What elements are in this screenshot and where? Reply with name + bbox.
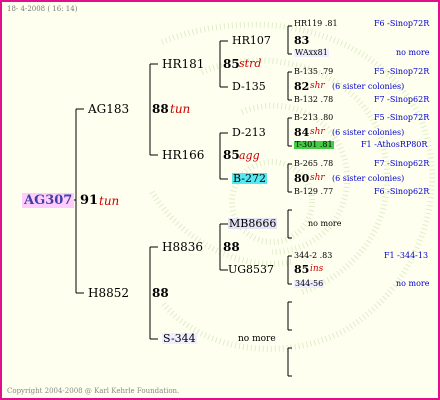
gen3-b272-name[interactable]: B-272 bbox=[232, 173, 267, 184]
gen4-name[interactable]: HR119 .81 bbox=[294, 20, 338, 28]
gen3-d135-note: shr bbox=[310, 81, 325, 91]
gen3-mb8666-name[interactable]: MB8666 bbox=[228, 218, 278, 229]
gen4-info: F6 -Sinop72R bbox=[374, 19, 430, 28]
gen1-upper-note: tun bbox=[170, 102, 191, 116]
gen3-d213-note: shr bbox=[310, 127, 325, 137]
gen4-info: F7 -Sinop62R bbox=[374, 159, 430, 168]
gen3-ug8537-number: 85 bbox=[294, 263, 310, 276]
pedigree-frame: 18- 4-2008 ( 16: 14) Copyright 2004-2008… bbox=[0, 0, 440, 400]
gen4-name[interactable]: B-213 .80 bbox=[294, 114, 333, 122]
gen3-ug8537-note: ins bbox=[310, 264, 324, 274]
gen3-d135-name[interactable]: D-135 bbox=[232, 81, 266, 92]
gen4-name[interactable]: B-132 .78 bbox=[294, 96, 333, 104]
root-name[interactable]: AG307 bbox=[22, 193, 75, 208]
gen4-info: F1 -344-13 bbox=[384, 251, 429, 260]
gen1-lower-name[interactable]: H8852 bbox=[88, 287, 129, 299]
gen3-d213-number: 84 bbox=[294, 126, 310, 139]
gen4-info: F6 -Sinop62R bbox=[374, 187, 430, 196]
gen3-b272-number: 80 bbox=[294, 172, 310, 185]
gen3-d213-name[interactable]: D-213 bbox=[232, 127, 266, 138]
root-number: 91 bbox=[80, 193, 99, 208]
gen3-b272-extra: (6 sister colonies) bbox=[332, 174, 405, 183]
gen4-info: F7 -Sinop62R bbox=[374, 95, 430, 104]
gen1-upper-name[interactable]: AG183 bbox=[88, 103, 129, 115]
gen4-name[interactable]: B-265 .78 bbox=[294, 160, 333, 168]
gen4-info: F1 -AthosRP80R bbox=[361, 140, 428, 149]
gen4-name[interactable]: B-129 .77 bbox=[294, 188, 333, 196]
gen4-name[interactable]: WAxx81 bbox=[294, 49, 329, 57]
gen3-b272-note: shr bbox=[310, 173, 325, 183]
gen2-s344-note: no more bbox=[238, 334, 276, 344]
gen3-hr107-number: 83 bbox=[294, 34, 310, 47]
gen4-info: F5 -Sinop72R bbox=[374, 67, 430, 76]
gen4-info: F5 -Sinop72R bbox=[374, 113, 430, 122]
gen4-name[interactable]: 344-2 .83 bbox=[294, 252, 332, 260]
root-note: tun bbox=[99, 194, 120, 208]
gen3-ug8537-name[interactable]: UG8537 bbox=[228, 264, 274, 275]
footer-copyright: Copyright 2004-2008 @ Karl Kehrle Founda… bbox=[7, 387, 180, 395]
gen4-name[interactable]: T-301 .81 bbox=[294, 141, 334, 149]
gen4-info: no more bbox=[396, 48, 430, 57]
gen2-hr166-name[interactable]: HR166 bbox=[162, 149, 204, 161]
gen2-hr166-note: agg bbox=[239, 149, 260, 162]
header-date: 18- 4-2008 ( 16: 14) bbox=[7, 5, 78, 13]
gen2-s344-name[interactable]: S-344 bbox=[162, 333, 197, 344]
gen4-name[interactable]: B-135 .79 bbox=[294, 68, 333, 76]
gen3-d135-number: 82 bbox=[294, 80, 310, 93]
gen4-name[interactable]: 344-56 bbox=[294, 280, 325, 288]
gen2-h8836-name[interactable]: H8836 bbox=[162, 241, 203, 253]
gen2-hr181-note: strd bbox=[239, 57, 262, 70]
gen4-info: no more bbox=[396, 279, 430, 288]
gen2-h8836-number: 88 bbox=[223, 240, 240, 254]
gen1-upper-number: 88 bbox=[152, 102, 169, 116]
gen3-d213-extra: (6 sister colonies) bbox=[332, 128, 405, 137]
gen3-d135-extra: (6 sister colonies) bbox=[332, 82, 405, 91]
gen3-mb8666-note: no more bbox=[308, 219, 342, 228]
gen2-hr181-name[interactable]: HR181 bbox=[162, 58, 204, 70]
gen3-hr107-name[interactable]: HR107 bbox=[232, 35, 271, 46]
gen2-hr181-number: 85 bbox=[223, 57, 240, 71]
gen2-hr166-number: 85 bbox=[223, 148, 240, 162]
gen1-lower-number: 88 bbox=[152, 286, 169, 300]
